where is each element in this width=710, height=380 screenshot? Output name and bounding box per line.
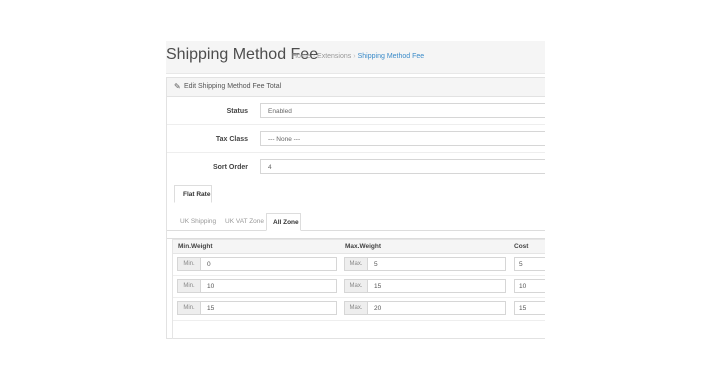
tax-class-label: Tax Class	[215, 136, 248, 143]
min-addon: Min.	[178, 280, 201, 292]
extension-page: Shipping Method Fee Home › Extensions › Ship…	[166, 41, 545, 339]
col-max-weight: Max.Weight	[345, 243, 381, 250]
sort-order-input[interactable]: 4	[260, 159, 545, 174]
panel-heading: ✎ Edit Shipping Method Fee Total	[167, 78, 545, 97]
min-weight-value: 15	[207, 305, 215, 312]
form-row-sort-order: Sort Order 4	[167, 154, 545, 181]
cost-input[interactable]: 15	[514, 301, 545, 315]
table-header: Min.Weight Max.Weight Cost	[172, 239, 545, 254]
subtab-all-zone[interactable]: All Zone	[266, 213, 301, 231]
min-weight-input[interactable]: Min. 15	[177, 301, 337, 315]
form-row-tax-class: Tax Class --- None ---	[167, 126, 545, 153]
row-divider	[172, 297, 545, 298]
min-addon: Min.	[178, 258, 201, 270]
max-weight-input[interactable]: Max. 15	[344, 279, 506, 293]
max-weight-value: 5	[374, 261, 378, 268]
breadcrumb-extensions[interactable]: Extensions	[317, 53, 351, 60]
subtab-divider	[167, 230, 545, 231]
subtab-uk-vat-zone[interactable]: UK VAT Zone	[225, 213, 264, 231]
cost-input[interactable]: 5	[514, 257, 545, 271]
col-min-weight: Min.Weight	[178, 243, 213, 250]
min-weight-value: 0	[207, 261, 211, 268]
breadcrumb-current[interactable]: Shipping Method Fee	[358, 53, 425, 60]
max-addon: Max.	[345, 302, 368, 314]
panel-heading-label: Edit Shipping Method Fee Total	[184, 83, 282, 90]
max-addon: Max.	[345, 258, 368, 270]
max-weight-value: 20	[374, 305, 382, 312]
max-weight-value: 15	[374, 283, 382, 290]
min-weight-input[interactable]: Min. 10	[177, 279, 337, 293]
min-weight-input[interactable]: Min. 0	[177, 257, 337, 271]
tab-flat-rate[interactable]: Flat Rate	[174, 185, 212, 203]
row-divider	[172, 275, 545, 276]
min-weight-value: 10	[207, 283, 215, 290]
table-left-border	[172, 239, 173, 339]
edit-panel: ✎ Edit Shipping Method Fee Total Status …	[166, 77, 545, 339]
col-cost: Cost	[514, 243, 529, 250]
status-label: Status	[226, 108, 248, 115]
cost-input[interactable]: 10	[514, 279, 545, 293]
sort-order-label: Sort Order	[212, 164, 248, 171]
row-divider	[172, 320, 545, 321]
subtab-uk-shipping[interactable]: UK Shipping	[180, 213, 216, 231]
max-weight-input[interactable]: Max. 20	[344, 301, 506, 315]
pencil-icon: ✎	[174, 82, 181, 91]
page-header: Shipping Method Fee Home › Extensions › Ship…	[166, 41, 545, 74]
status-select[interactable]: Enabled	[260, 103, 545, 118]
min-addon: Min.	[178, 302, 201, 314]
breadcrumb: Home › Extensions › Shipping Method Fee	[292, 53, 424, 60]
breadcrumb-home[interactable]: Home	[292, 53, 311, 60]
tax-class-select[interactable]: --- None ---	[260, 131, 545, 146]
max-weight-input[interactable]: Max. 5	[344, 257, 506, 271]
form-row-status: Status Enabled	[167, 98, 545, 125]
max-addon: Max.	[345, 280, 368, 292]
